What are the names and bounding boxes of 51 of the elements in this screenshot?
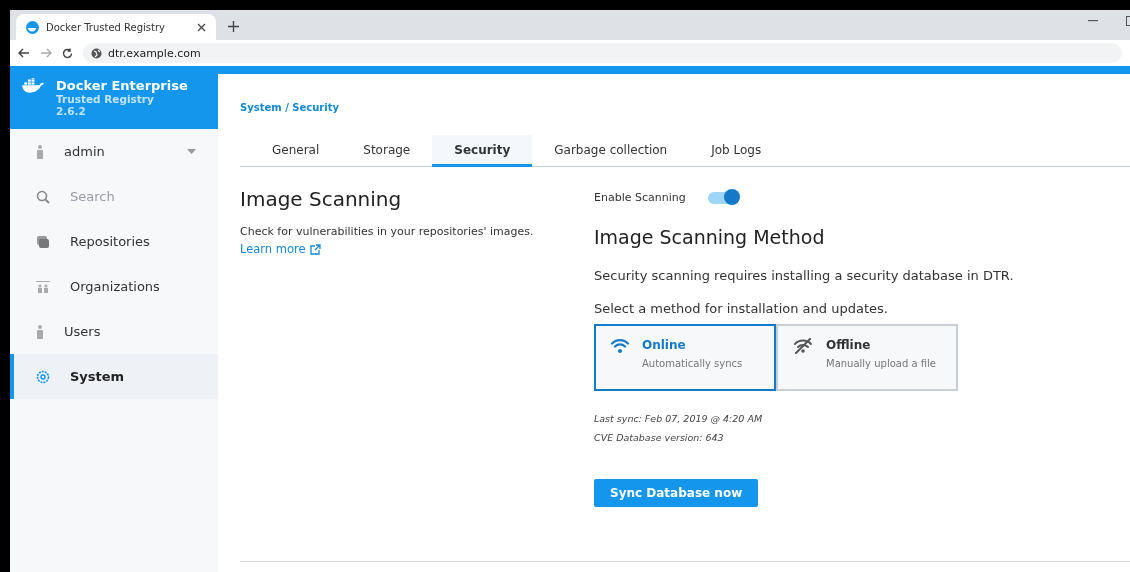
prompt-text: Select a method for installation and updates. xyxy=(594,301,888,316)
search-icon xyxy=(36,189,50,204)
tab[interactable]: General xyxy=(250,135,342,167)
close-icon[interactable] xyxy=(197,22,206,32)
docker-logo-icon xyxy=(26,20,39,34)
sidebar-item[interactable]: Organizations xyxy=(10,264,218,309)
method-description: Manually upload a file xyxy=(826,358,936,369)
sidebar-item[interactable]: System xyxy=(10,354,218,399)
method-card[interactable]: Offline Manually upload a file xyxy=(776,324,958,391)
address-bar[interactable]: dtr.example.com xyxy=(83,43,1122,63)
user-icon xyxy=(36,324,44,339)
info-text: Security scanning requires installing a security database in DTR. xyxy=(594,268,1014,283)
method-title: Online xyxy=(642,338,687,352)
breadcrumb: System / Security xyxy=(240,102,339,113)
method-card[interactable]: Online Automatically syncs xyxy=(594,324,776,391)
sidebar-item[interactable]: admin xyxy=(10,129,218,174)
user-icon xyxy=(36,144,44,159)
globe-icon xyxy=(91,47,102,59)
last-sync-text: Last sync: Feb 07, 2019 @ 4:20 AM xyxy=(594,413,763,424)
external-link-icon xyxy=(309,243,321,255)
books-icon xyxy=(36,234,50,249)
tab[interactable]: Storage xyxy=(341,135,433,167)
wifi-icon xyxy=(610,338,630,354)
tab-title: Docker Trusted Registry xyxy=(46,21,167,33)
new-tab-icon[interactable] xyxy=(228,21,239,32)
caret-icon xyxy=(187,149,196,154)
tab[interactable]: Garbage collection xyxy=(532,135,690,167)
section-title: Image Scanning xyxy=(240,187,403,211)
method-title: Image Scanning Method xyxy=(594,226,825,248)
whale-logo-icon xyxy=(22,78,44,94)
minimize-icon[interactable] xyxy=(1088,20,1098,22)
version-label: 2.6.2 xyxy=(56,105,87,117)
tab[interactable]: Security xyxy=(432,135,533,167)
method-description: Automatically syncs xyxy=(642,358,743,369)
enable-scanning-switch[interactable] xyxy=(707,191,738,204)
brand-title: Docker Enterprise xyxy=(56,78,188,93)
toggle-label: Enable Scanning xyxy=(594,191,686,204)
cve-version-text: CVE Database version: 643 xyxy=(594,432,724,443)
tab[interactable]: Job Logs xyxy=(689,135,784,167)
wifi-off-icon xyxy=(792,338,814,354)
group-icon xyxy=(36,280,50,293)
sidebar-item[interactable]: Repositories xyxy=(10,219,218,264)
learn-more-link[interactable]: Learn more xyxy=(240,242,321,256)
method-title: Offline xyxy=(826,338,872,352)
gear-icon xyxy=(36,369,50,384)
brand-subtitle: Trusted Registry xyxy=(56,93,155,105)
sidebar-item[interactable]: Users xyxy=(10,309,218,354)
reload-icon[interactable] xyxy=(62,47,73,59)
browser-tab[interactable]: Docker Trusted Registry xyxy=(16,14,216,40)
section-description: Check for vulnerabilities in your repositories' images. xyxy=(240,225,535,238)
back-icon[interactable] xyxy=(18,48,30,58)
